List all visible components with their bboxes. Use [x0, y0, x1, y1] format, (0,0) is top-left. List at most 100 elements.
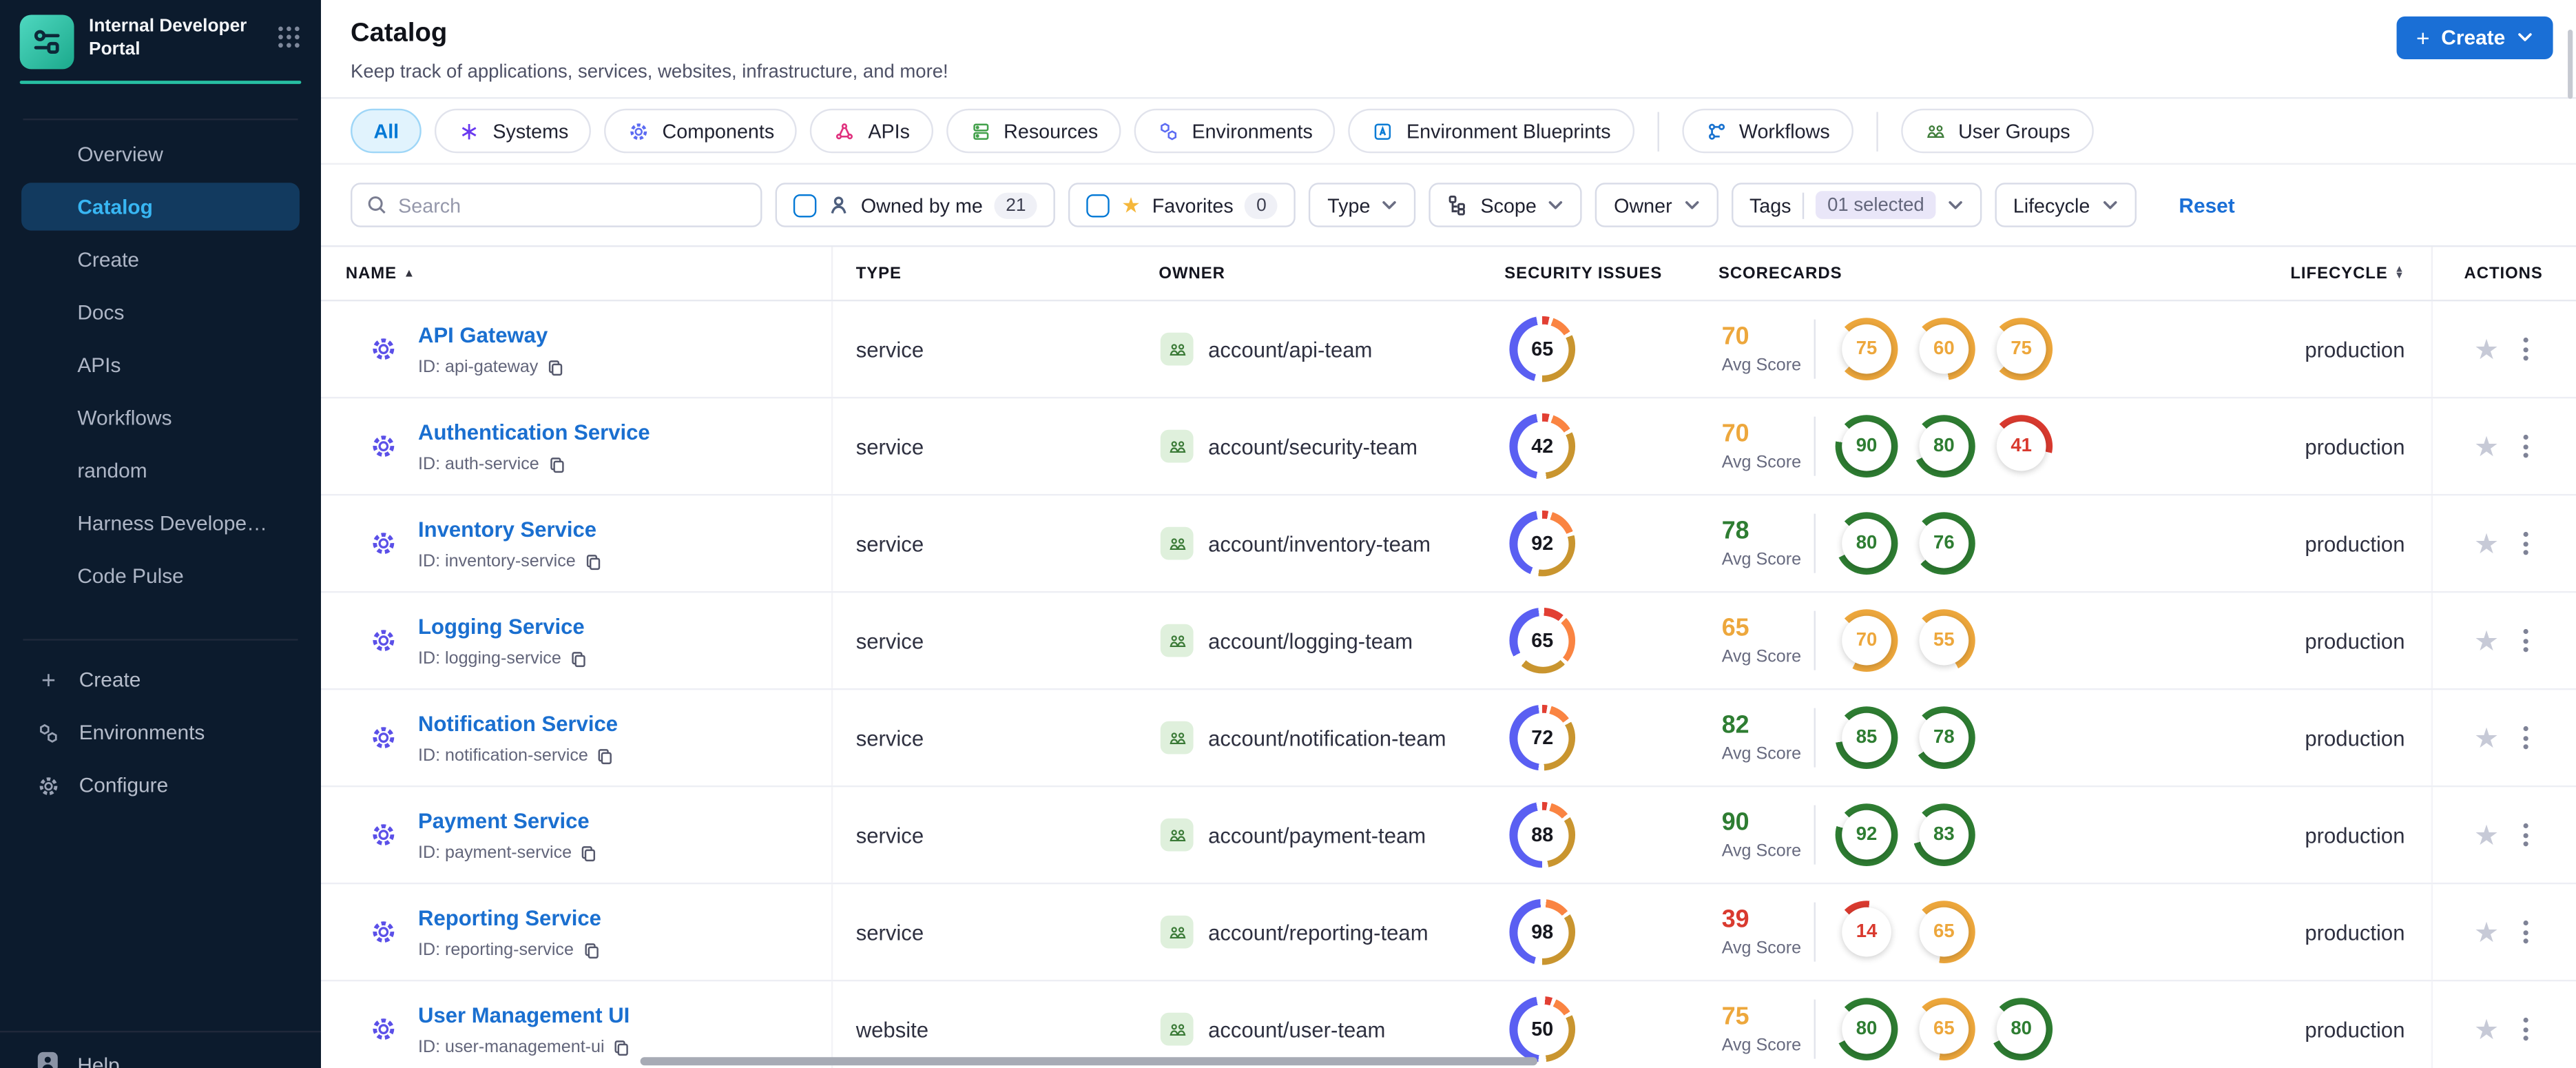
sidebar-item-catalog[interactable]: Catalog: [21, 183, 300, 231]
type-dropdown[interactable]: Type: [1309, 183, 1417, 227]
copy-icon[interactable]: [613, 1038, 631, 1056]
tab-components[interactable]: Components: [604, 108, 798, 154]
reset-filters-button[interactable]: Reset: [2179, 194, 2234, 216]
owner-name[interactable]: account/inventory-team: [1208, 531, 1431, 556]
copy-icon[interactable]: [596, 747, 614, 765]
scorecard-gauge[interactable]: 55: [1912, 609, 1975, 672]
horizontal-scrollbar[interactable]: [640, 1057, 1538, 1066]
scorecard-gauge[interactable]: 92: [1835, 803, 1898, 867]
sidebar-item-workflows[interactable]: Workflows: [21, 393, 300, 441]
sidebar-item-apis[interactable]: APIs: [21, 341, 300, 389]
copy-icon[interactable]: [580, 844, 598, 862]
scorecard-gauge[interactable]: 70: [1835, 609, 1898, 672]
owner-name[interactable]: account/security-team: [1208, 434, 1417, 459]
owner-name[interactable]: account/user-team: [1208, 1017, 1385, 1042]
column-header-lifecycle[interactable]: LIFECYCLE ▲ ▼: [2181, 247, 2431, 299]
row-menu-icon[interactable]: [2520, 431, 2532, 461]
row-menu-icon[interactable]: [2520, 626, 2532, 655]
search-input[interactable]: [398, 193, 746, 217]
tab-apis[interactable]: APIs: [810, 108, 933, 154]
scorecard-gauge[interactable]: 85: [1835, 706, 1898, 770]
row-menu-icon[interactable]: [2520, 820, 2532, 850]
row-menu-icon[interactable]: [2520, 917, 2532, 947]
entity-name-link[interactable]: Authentication Service: [418, 420, 650, 444]
entity-name-link[interactable]: Reporting Service: [418, 905, 601, 930]
copy-icon[interactable]: [570, 650, 588, 668]
sidebar-item-docs[interactable]: Docs: [21, 288, 300, 336]
scorecard-gauge[interactable]: 80: [1990, 998, 2053, 1061]
scorecard-gauge[interactable]: 14: [1835, 901, 1898, 964]
owner-name[interactable]: account/api-team: [1208, 337, 1372, 362]
favorites-filter[interactable]: ★ Favorites 0: [1068, 183, 1296, 227]
scorecard-gauge[interactable]: 80: [1835, 512, 1898, 575]
tab-environment-blueprints[interactable]: Environment Blueprints: [1349, 108, 1634, 154]
favorite-star-icon[interactable]: ★: [2474, 723, 2499, 752]
scorecard-gauge[interactable]: 83: [1912, 803, 1975, 867]
copy-icon[interactable]: [548, 455, 565, 473]
tab-systems[interactable]: Systems: [435, 108, 592, 154]
scorecard-gauge[interactable]: 65: [1912, 998, 1975, 1061]
row-menu-icon[interactable]: [2520, 723, 2532, 752]
sidebar-help[interactable]: Help: [0, 1031, 322, 1068]
tab-workflows[interactable]: Workflows: [1681, 108, 1853, 154]
scorecard-gauge[interactable]: 60: [1912, 318, 1975, 381]
sidebar-bottom-environments[interactable]: Environments: [0, 706, 321, 759]
row-menu-icon[interactable]: [2520, 1014, 2532, 1044]
row-menu-icon[interactable]: [2520, 528, 2532, 558]
favorite-star-icon[interactable]: ★: [2474, 821, 2499, 849]
entity-name-link[interactable]: User Management UI: [418, 1003, 630, 1027]
scorecard-gauge[interactable]: 41: [1990, 415, 2053, 478]
sidebar-item-code-pulse[interactable]: Code Pulse: [21, 552, 300, 599]
scorecard-gauge[interactable]: 75: [1835, 318, 1898, 381]
scorecard-gauge[interactable]: 78: [1912, 706, 1975, 770]
copy-icon[interactable]: [582, 941, 600, 959]
sidebar-bottom-configure[interactable]: Configure: [0, 759, 321, 812]
column-header-type[interactable]: TYPE: [833, 247, 1136, 299]
tab-user-groups[interactable]: User Groups: [1900, 108, 2094, 154]
lifecycle-dropdown[interactable]: Lifecycle: [1995, 183, 2137, 227]
column-header-name[interactable]: NAME ▲: [321, 247, 833, 300]
scorecard-gauge[interactable]: 75: [1990, 318, 2053, 381]
entity-name-link[interactable]: Notification Service: [418, 711, 618, 736]
tab-environments[interactable]: Environments: [1134, 108, 1336, 154]
copy-icon[interactable]: [546, 358, 564, 376]
owner-name[interactable]: account/notification-team: [1208, 726, 1446, 750]
tab-all[interactable]: All: [351, 108, 422, 154]
sidebar-item-random[interactable]: random: [21, 446, 300, 494]
scorecard-gauge[interactable]: 90: [1835, 415, 1898, 478]
sidebar-bottom-create[interactable]: + Create: [0, 654, 321, 706]
owned-by-me-filter[interactable]: Owned by me 21: [775, 183, 1056, 227]
favorites-checkbox[interactable]: [1086, 193, 1110, 217]
column-header-scorecards[interactable]: SCORECARDS: [1695, 247, 2181, 299]
entity-name-link[interactable]: Payment Service: [418, 808, 590, 833]
sidebar-item-harness-developer[interactable]: Harness Develope…: [21, 499, 300, 546]
favorite-star-icon[interactable]: ★: [2474, 1015, 2499, 1043]
tags-dropdown[interactable]: Tags 01 selected: [1731, 183, 1982, 227]
app-switcher-grid-icon[interactable]: [276, 25, 301, 50]
favorite-star-icon[interactable]: ★: [2474, 626, 2499, 655]
owner-name[interactable]: account/payment-team: [1208, 823, 1426, 848]
vertical-scrollbar[interactable]: [2568, 30, 2573, 99]
owner-name[interactable]: account/reporting-team: [1208, 920, 1428, 945]
scorecard-gauge[interactable]: 80: [1912, 415, 1975, 478]
favorite-star-icon[interactable]: ★: [2474, 335, 2499, 363]
owner-name[interactable]: account/logging-team: [1208, 628, 1413, 653]
scorecard-gauge[interactable]: 65: [1912, 901, 1975, 964]
owner-dropdown[interactable]: Owner: [1595, 183, 1718, 227]
scope-dropdown[interactable]: Scope: [1429, 183, 1583, 227]
copy-icon[interactable]: [584, 553, 602, 571]
tab-resources[interactable]: Resources: [946, 108, 1121, 154]
scorecard-gauge[interactable]: 76: [1912, 512, 1975, 575]
favorite-star-icon[interactable]: ★: [2474, 529, 2499, 557]
entity-name-link[interactable]: Logging Service: [418, 614, 585, 639]
favorite-star-icon[interactable]: ★: [2474, 918, 2499, 946]
favorite-star-icon[interactable]: ★: [2474, 432, 2499, 460]
sidebar-item-create[interactable]: Create: [21, 236, 300, 283]
scorecard-gauge[interactable]: 80: [1835, 998, 1898, 1061]
column-header-owner[interactable]: OWNER: [1136, 247, 1482, 299]
owned-by-me-checkbox[interactable]: [793, 193, 817, 217]
entity-name-link[interactable]: Inventory Service: [418, 517, 596, 542]
sidebar-item-overview[interactable]: Overview: [21, 130, 300, 178]
create-button[interactable]: + Create: [2396, 16, 2553, 60]
entity-name-link[interactable]: API Gateway: [418, 322, 548, 347]
